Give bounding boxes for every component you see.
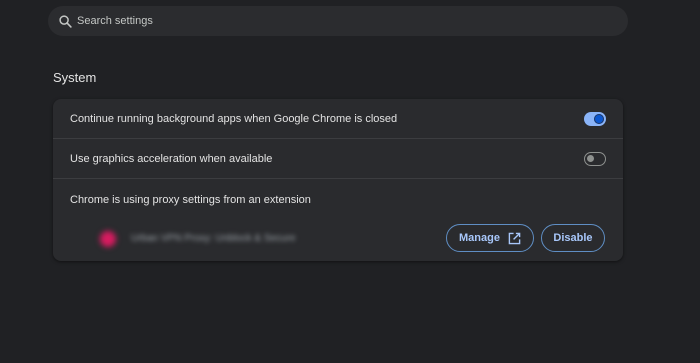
graphics-acceleration-toggle[interactable]: [584, 152, 606, 166]
search-icon: [58, 14, 72, 28]
search-bar[interactable]: [48, 6, 628, 36]
graphics-acceleration-label: Use graphics acceleration when available: [70, 153, 273, 165]
extension-icon: [100, 231, 116, 247]
disable-button-label: Disable: [553, 232, 593, 244]
toggle-knob: [587, 155, 594, 162]
section-title-system: System: [53, 70, 97, 85]
search-input[interactable]: [77, 15, 577, 27]
settings-page: System Continue running background apps …: [0, 0, 700, 363]
open-in-new-icon: [508, 232, 521, 245]
toggle-knob: [594, 114, 604, 124]
extension-name: Urban VPN Proxy: Unblock & Secure: [131, 233, 296, 244]
manage-button[interactable]: Manage: [446, 224, 534, 252]
proxy-settings-label: Chrome is using proxy settings from an e…: [70, 194, 311, 206]
system-settings-card: Continue running background apps when Go…: [53, 99, 623, 261]
background-apps-toggle[interactable]: [584, 112, 606, 126]
background-apps-label: Continue running background apps when Go…: [70, 113, 398, 125]
setting-row-proxy: Chrome is using proxy settings from an e…: [53, 180, 623, 261]
setting-row-graphics-acceleration[interactable]: Use graphics acceleration when available: [53, 139, 623, 179]
disable-button[interactable]: Disable: [541, 224, 605, 252]
manage-button-label: Manage: [459, 232, 500, 244]
setting-row-background-apps[interactable]: Continue running background apps when Go…: [53, 99, 623, 139]
